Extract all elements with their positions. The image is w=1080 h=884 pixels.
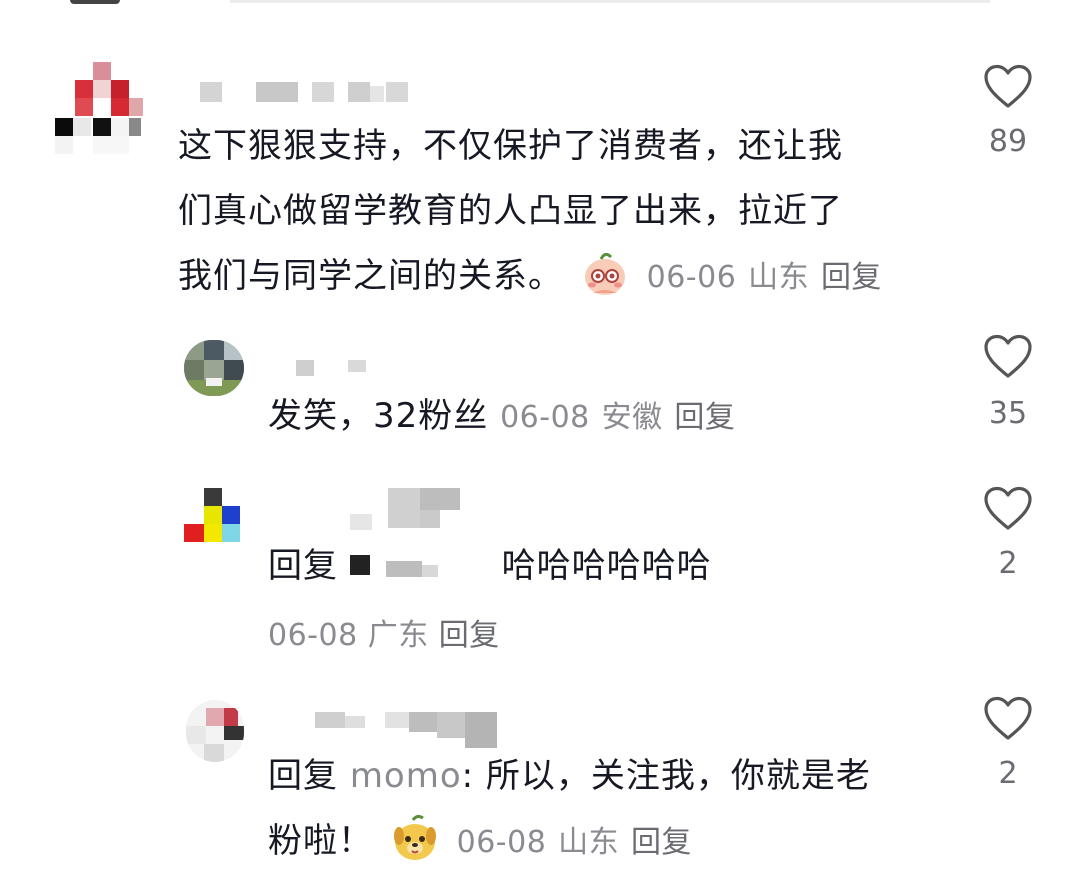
reply-prefix: 回复 — [268, 546, 338, 586]
username-obscured[interactable] — [350, 488, 470, 530]
comment-text: 所以，关注我，你就是老 — [474, 756, 871, 796]
comment-text: 发笑，32粉丝 — [268, 396, 489, 436]
comment-body[interactable]: 回复 momo: 所以，关注我，你就是老 粉啦！ 06-08 山东 回复 — [268, 744, 948, 875]
comment-body[interactable]: 发笑，32粉丝 06-08 安徽 回复 — [268, 384, 735, 450]
comment-meta: 06-08 广东 回复 — [268, 610, 500, 654]
like-count: 89 — [988, 124, 1028, 159]
like-heart-icon[interactable] — [983, 696, 1033, 742]
like-count: 35 — [988, 396, 1028, 431]
comment-location: 安徽 — [601, 400, 663, 435]
comment-date: 06-08 — [268, 618, 358, 653]
comment-3: 回复 哈哈哈哈哈哈 06-08 广东 回复 2 — [0, 478, 1080, 658]
like-heart-icon[interactable] — [983, 334, 1033, 380]
username-obscured[interactable] — [296, 358, 376, 378]
comment-line: 我们与同学之间的关系。 — [178, 256, 563, 296]
avatar[interactable] — [55, 62, 145, 157]
top-divider — [230, 0, 990, 3]
top-avatar-remnant — [70, 0, 120, 4]
reply-button[interactable]: 回复 — [439, 618, 500, 653]
like-heart-icon[interactable] — [983, 486, 1033, 532]
blush-face-emoji — [581, 249, 629, 297]
comment-location: 山东 — [558, 825, 620, 860]
comment-date: 06-08 — [456, 825, 547, 860]
comment-4: 回复 momo: 所以，关注我，你就是老 粉啦！ 06-08 山东 回复 2 — [0, 688, 1080, 882]
comment-1: 这下狠狠支持，不仅保护了消费者，还让我 们真心做留学教育的人凸显了出来，拉近了 … — [0, 50, 1080, 300]
reply-button[interactable]: 回复 — [631, 825, 692, 860]
mention-link[interactable]: momo — [350, 756, 462, 796]
reply-button[interactable]: 回复 — [821, 260, 882, 295]
username-obscured[interactable] — [200, 80, 415, 104]
avatar[interactable] — [184, 340, 244, 396]
avatar[interactable] — [186, 700, 244, 762]
comment-line: 们真心做留学教育的人凸显了出来，拉近了 — [178, 191, 843, 231]
like-count: 2 — [998, 546, 1018, 581]
reply-button[interactable]: 回复 — [674, 400, 735, 435]
comment-body[interactable]: 这下狠狠支持，不仅保护了消费者，还让我 们真心做留学教育的人凸显了出来，拉近了 … — [178, 114, 938, 310]
comment-date: 06-06 — [646, 260, 737, 295]
mention-obscured[interactable] — [349, 551, 490, 581]
comment-text: 粉啦！ — [268, 821, 373, 861]
comment-2: 发笑，32粉丝 06-08 安徽 回复 35 — [0, 330, 1080, 450]
reply-prefix: 回复 — [268, 756, 338, 796]
like-heart-icon[interactable] — [983, 64, 1033, 110]
comment-location: 山东 — [748, 260, 810, 295]
avatar[interactable] — [184, 488, 242, 546]
comment-location: 广东 — [367, 618, 429, 653]
mention-colon: : — [461, 756, 475, 796]
comment-body[interactable]: 回复 哈哈哈哈哈哈 — [268, 534, 712, 599]
like-count: 2 — [998, 756, 1018, 791]
dog-face-emoji — [391, 814, 439, 862]
comment-line: 这下狠狠支持，不仅保护了消费者，还让我 — [178, 126, 843, 166]
comment-text: 哈哈哈哈哈哈 — [501, 546, 712, 586]
comment-date: 06-08 — [500, 400, 590, 435]
